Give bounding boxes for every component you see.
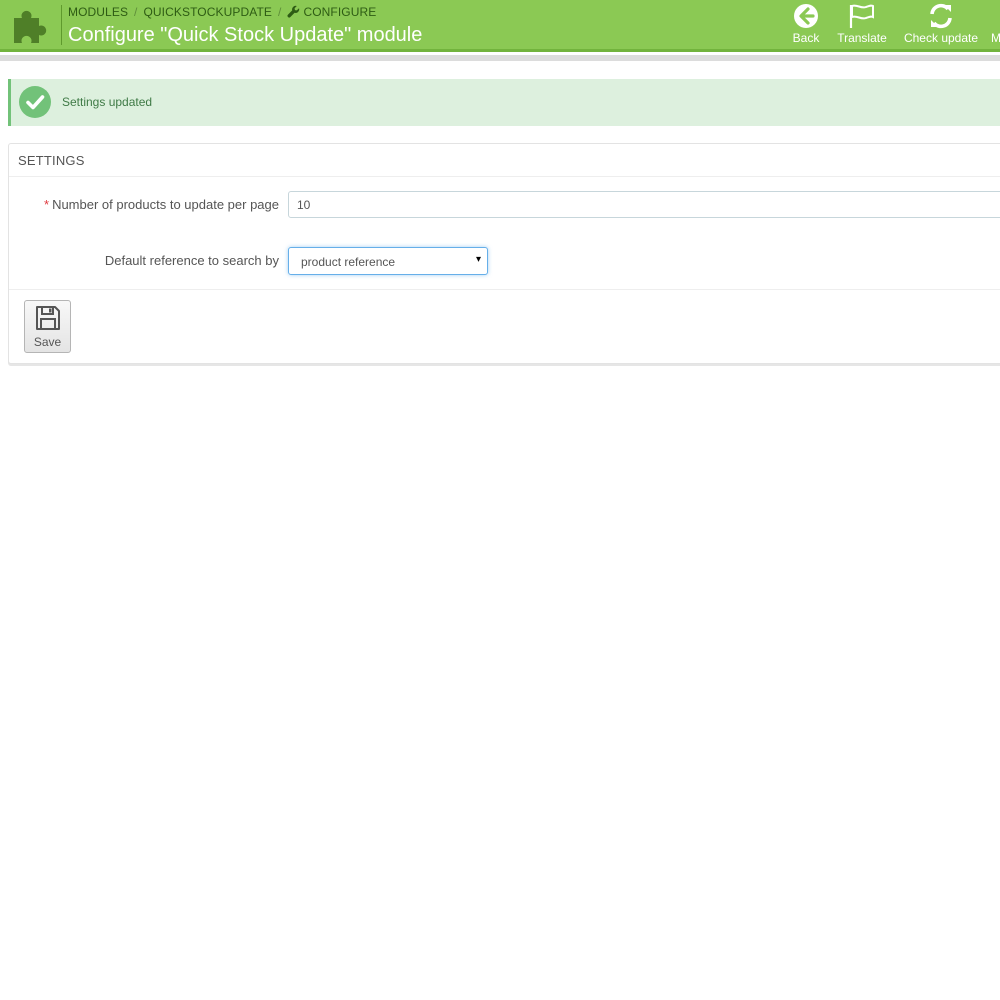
alert-message: Settings updated: [62, 95, 153, 109]
translate-button[interactable]: Translate: [832, 3, 892, 49]
flag-icon: [849, 4, 874, 28]
save-button[interactable]: Save: [24, 300, 71, 353]
arrow-left-circle-icon: [794, 4, 818, 28]
back-label: Back: [792, 31, 820, 45]
page-title: Configure "Quick Stock Update" module: [68, 24, 423, 46]
breadcrumb-configure: CONFIGURE: [303, 5, 377, 19]
default-reference-selected: product reference: [301, 255, 396, 269]
breadcrumb: MODULES / QUICKSTOCKUPDATE / CONFIGURE: [68, 5, 376, 19]
panel-heading-title: SETTINGS: [18, 153, 85, 168]
breadcrumb-modules[interactable]: MODULES: [68, 5, 128, 19]
header-shadow: [0, 55, 1000, 61]
check-update-button[interactable]: Check update: [899, 3, 983, 49]
check-circle-icon: [19, 86, 51, 118]
panel-footer-divider: [9, 289, 1000, 290]
refresh-icon: [930, 3, 952, 29]
settings-panel: SETTINGS * Number of products to update p…: [8, 143, 1000, 364]
header-divider: [61, 5, 62, 45]
panel-heading: SETTINGS: [9, 144, 1000, 177]
toolbar-icon-partial: [996, 3, 1000, 29]
check-update-label: Check update: [903, 31, 979, 45]
more-label: M: [991, 31, 1000, 45]
breadcrumb-separator: /: [134, 5, 138, 19]
puzzle-piece-icon: [14, 10, 47, 44]
wrench-icon: [287, 5, 300, 18]
floppy-disk-icon: [35, 306, 60, 330]
products-per-page-input[interactable]: [288, 191, 1000, 218]
products-per-page-label: * Number of products to update per page: [39, 196, 279, 214]
default-reference-label: Default reference to search by: [104, 253, 279, 268]
default-reference-select[interactable]: product reference ▾: [288, 247, 488, 275]
save-label: Save: [33, 335, 62, 349]
success-alert: Settings updated: [8, 79, 1000, 126]
translate-label: Translate: [837, 31, 887, 45]
required-mark: *: [44, 197, 50, 212]
chevron-down-icon: ▾: [475, 254, 481, 265]
breadcrumb-separator: /: [278, 5, 282, 19]
back-button[interactable]: Back: [786, 3, 826, 49]
breadcrumb-module-name[interactable]: QUICKSTOCKUPDATE: [143, 5, 272, 19]
more-button[interactable]: M: [991, 3, 1000, 49]
products-per-page-label-text: Number of products to update per page: [52, 197, 279, 212]
